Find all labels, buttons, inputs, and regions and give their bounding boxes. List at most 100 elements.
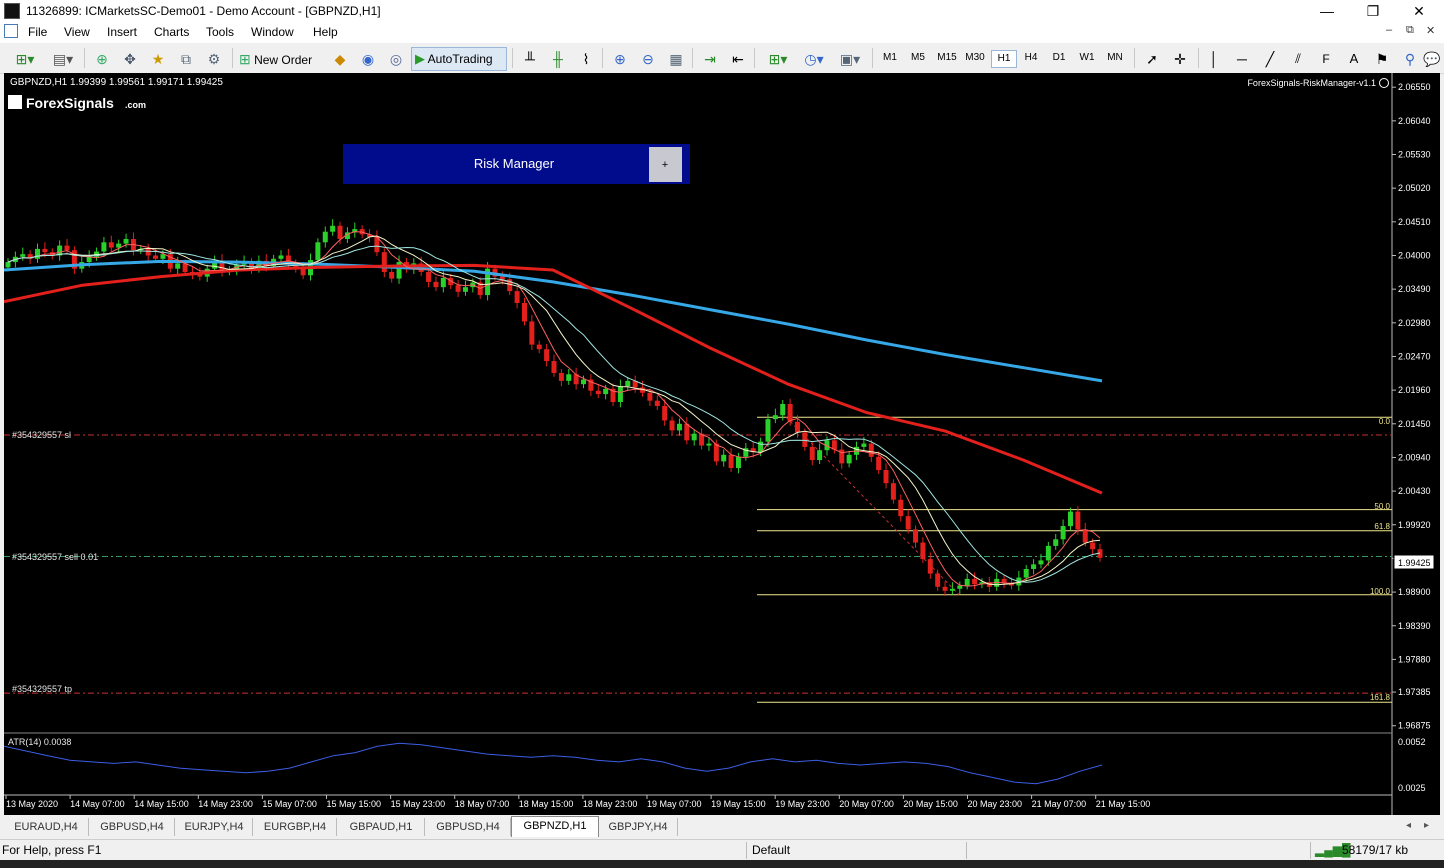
atr-label: ATR(14) 0.0038 <box>8 737 71 747</box>
strategy-tester-icon[interactable]: ⚙ <box>202 47 226 71</box>
atr-scale-bottom: 0.0025 <box>1398 783 1426 793</box>
bar-chart-icon[interactable]: ╨ <box>518 47 542 71</box>
menu-charts[interactable]: Charts <box>154 25 189 39</box>
chart-background <box>4 73 1440 815</box>
menu-tools[interactable]: Tools <box>206 25 234 39</box>
candle-body <box>684 423 690 441</box>
menu-insert[interactable]: Insert <box>107 25 137 39</box>
mdi-close-button[interactable]: ✕ <box>1426 24 1435 37</box>
close-button[interactable]: ✕ <box>1396 0 1442 22</box>
tab-scroll-left-icon[interactable]: ◂ <box>1406 820 1411 831</box>
timeframe-m15[interactable]: M15 <box>934 50 960 66</box>
menu-file[interactable]: File <box>28 25 47 39</box>
fibonacci-icon[interactable]: F <box>1314 47 1338 71</box>
candle-body <box>101 242 107 252</box>
signals-icon[interactable]: ◉ <box>356 47 380 71</box>
line-chart-icon[interactable]: ⌇ <box>574 47 598 71</box>
tab-eurjpy-h4[interactable]: EURJPY,H4 <box>176 818 253 836</box>
chart-window-icon[interactable] <box>4 24 18 38</box>
candle-body <box>713 443 719 462</box>
chart-shift-icon[interactable]: ⇤ <box>726 47 750 71</box>
timeframe-d1[interactable]: D1 <box>1047 50 1071 66</box>
zoom-out-icon[interactable]: ⊖ <box>636 47 660 71</box>
templates-icon[interactable]: ▣▾ <box>834 47 866 71</box>
periods-icon[interactable]: ◷▾ <box>798 47 830 71</box>
status-help: For Help, press F1 <box>2 843 102 857</box>
y-tick-label: 2.01450 <box>1398 419 1431 429</box>
status-profile: Default <box>752 843 791 857</box>
data-window-icon[interactable]: ★ <box>146 47 170 71</box>
autotrading-button[interactable]: ▶ AutoTrading <box>411 47 507 71</box>
candle-body <box>337 225 343 239</box>
horizontal-line-icon[interactable]: ─ <box>1230 47 1254 71</box>
tab-gbpaud-h1[interactable]: GBPAUD,H1 <box>338 818 425 836</box>
navigator-icon[interactable]: ✥ <box>118 47 142 71</box>
new-order-label: New Order <box>254 53 313 67</box>
candle-body <box>123 238 129 244</box>
text-tool-icon[interactable]: A <box>1342 47 1366 71</box>
candle-body <box>116 243 122 248</box>
y-tick-label: 2.02470 <box>1398 351 1431 361</box>
timeframe-h1[interactable]: H1 <box>991 50 1017 68</box>
y-tick-label: 1.97880 <box>1398 654 1431 664</box>
market-watch-icon[interactable]: ⊕ <box>90 47 114 71</box>
tab-gbpnzd-h1[interactable]: GBPNZD,H1 <box>511 816 599 837</box>
new-chart-icon[interactable]: ⊞▾ <box>6 47 44 71</box>
x-tick-label: 20 May 07:00 <box>839 799 894 809</box>
auto-scroll-icon[interactable]: ⇥ <box>698 47 722 71</box>
timeframe-m5[interactable]: M5 <box>906 50 930 66</box>
toolbar: ⊞▾ ▤▾ ⊕ ✥ ★ ⧉ ⚙ ⊞ New Order ◆ ◉ ◎ ▶ Auto… <box>0 43 1444 74</box>
candle-body <box>433 281 439 288</box>
indicators-icon[interactable]: ⊞▾ <box>760 47 796 71</box>
timeframe-m30[interactable]: M30 <box>962 50 988 66</box>
equidistant-channel-icon[interactable]: ⫽ <box>1286 47 1310 71</box>
arrows-icon[interactable]: ⚑ <box>1370 47 1394 71</box>
current-price-value: 1.99425 <box>1398 558 1431 568</box>
candle-body <box>772 415 778 420</box>
candlestick-icon[interactable]: ╫ <box>546 47 570 71</box>
market-icon[interactable]: ◆ <box>328 47 352 71</box>
timeframe-mn[interactable]: MN <box>1103 50 1127 66</box>
search-icon[interactable]: ⚲ <box>1398 47 1422 71</box>
price-chart[interactable]: 2.06550 2.06040 2.05530 2.05020 2.04510 2.040… <box>3 73 1440 815</box>
candle-body <box>691 433 697 441</box>
timeframe-w1[interactable]: W1 <box>1075 50 1099 66</box>
candle-body <box>942 586 948 591</box>
tab-gbpusd-h4-2[interactable]: GBPUSD,H4 <box>426 818 511 836</box>
candle-body <box>330 225 336 232</box>
cursor-icon[interactable]: ➚ <box>1140 47 1164 71</box>
crosshair-icon[interactable]: ✛ <box>1168 47 1192 71</box>
new-order-button[interactable]: ⊞ New Order <box>238 47 326 71</box>
vertical-line-icon[interactable]: │ <box>1204 47 1224 71</box>
zoom-in-icon[interactable]: ⊕ <box>608 47 632 71</box>
tab-gbpusd-h4[interactable]: GBPUSD,H4 <box>90 818 175 836</box>
tab-scroll-right-icon[interactable]: ▸ <box>1424 820 1429 831</box>
menu-window[interactable]: Window <box>251 25 294 39</box>
candle-body <box>1082 529 1088 543</box>
candle-body <box>861 443 867 447</box>
chart-window[interactable]: 2.06550 2.06040 2.05530 2.05020 2.04510 2.040… <box>3 73 1440 815</box>
mdi-minimize-button[interactable]: – <box>1386 24 1392 36</box>
candle-body <box>846 454 852 464</box>
tab-eurgbp-h4[interactable]: EURGBP,H4 <box>254 818 337 836</box>
tab-gbpjpy-h4[interactable]: GBPJPY,H4 <box>599 818 678 836</box>
mdi-restore-button[interactable]: ⧉ <box>1406 24 1414 37</box>
profiles-icon[interactable]: ▤▾ <box>46 47 80 71</box>
candle-body <box>64 245 70 251</box>
tile-windows-icon[interactable]: ▦ <box>664 47 688 71</box>
timeframe-h4[interactable]: H4 <box>1019 50 1043 66</box>
vps-icon[interactable]: ◎ <box>384 47 408 71</box>
menu-view[interactable]: View <box>64 25 90 39</box>
maximize-button[interactable]: ❐ <box>1350 0 1396 22</box>
candle-body <box>949 588 955 591</box>
candle-body <box>440 277 446 288</box>
menu-help[interactable]: Help <box>313 25 338 39</box>
minimize-button[interactable]: — <box>1304 0 1350 22</box>
y-tick-label: 1.99920 <box>1398 520 1431 530</box>
chat-icon[interactable]: 💬 <box>1420 47 1444 71</box>
fib-level-100: 100.0 <box>1370 587 1391 596</box>
trendline-icon[interactable]: ╱ <box>1258 47 1282 71</box>
tab-euraud-h4[interactable]: EURAUD,H4 <box>4 818 89 836</box>
terminal-icon[interactable]: ⧉ <box>174 47 198 71</box>
timeframe-m1[interactable]: M1 <box>878 50 902 66</box>
